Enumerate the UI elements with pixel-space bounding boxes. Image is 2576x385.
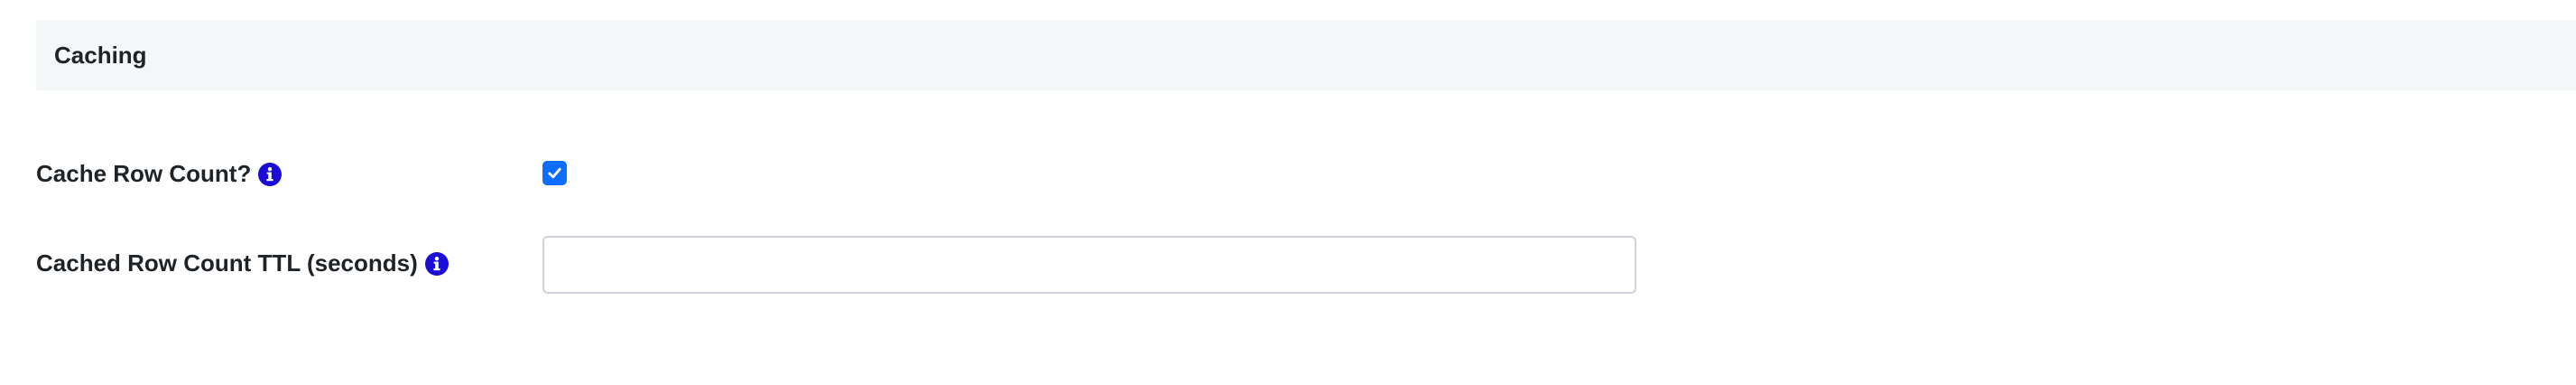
cached-row-count-ttl-label: Cached Row Count TTL (seconds) [36,249,418,277]
cache-row-count-checkbox[interactable] [542,161,567,185]
cached-row-count-ttl-row: Cached Row Count TTL (seconds) [36,249,449,277]
cache-row-count-label: Cache Row Count? [36,160,252,187]
cache-row-count-row: Cache Row Count? [36,160,283,188]
checkmark-icon [548,167,561,179]
info-icon[interactable] [424,251,449,276]
cached-row-count-ttl-input[interactable] [542,236,1636,294]
info-icon[interactable] [258,162,283,186]
section-title: Caching [54,41,147,69]
section-header: Caching [36,20,2576,90]
